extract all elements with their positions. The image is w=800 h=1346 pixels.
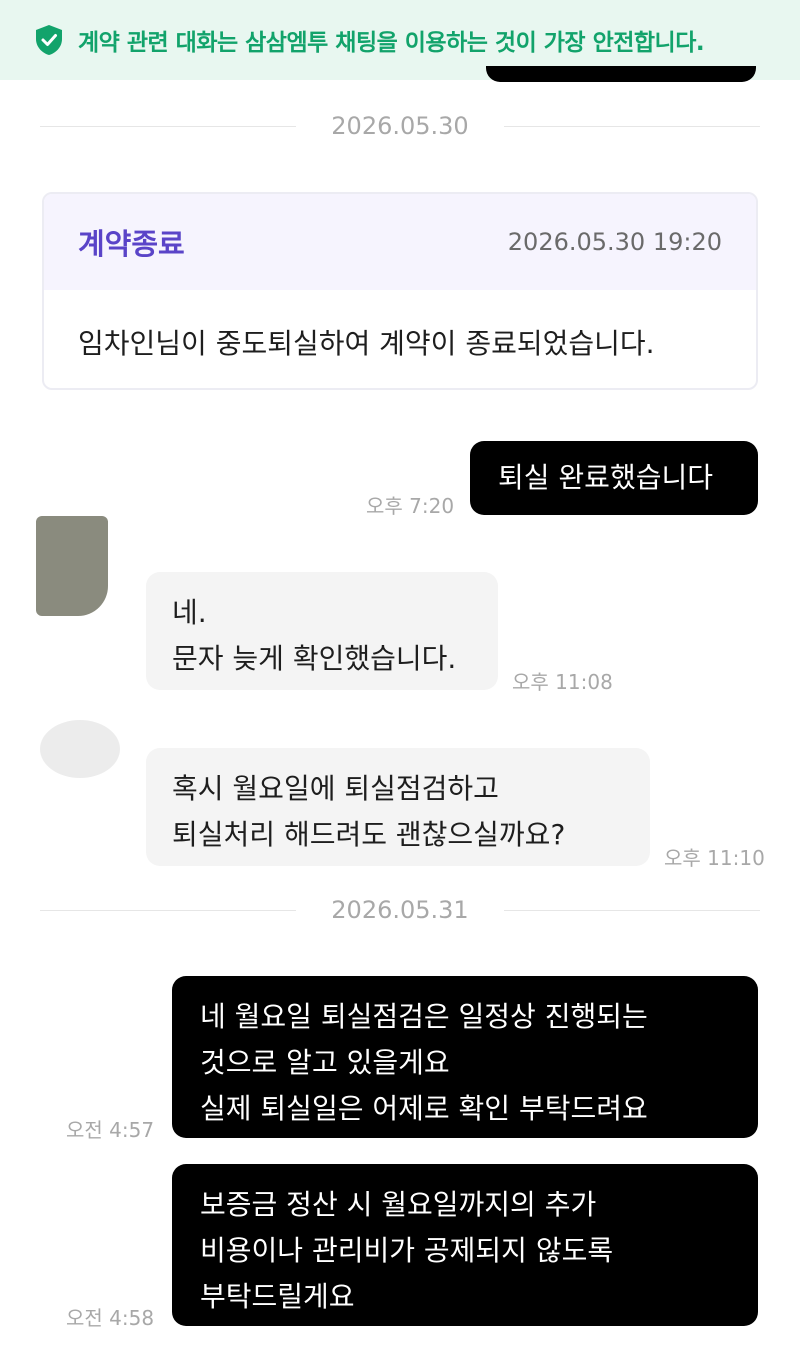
message-bubble-sent[interactable]: 보증금 정산 시 월요일까지의 추가 비용이나 관리비가 공제되지 않도록 부탁…	[172, 1164, 758, 1326]
contract-status-card: 계약종료 2026.05.30 19:20 임차인님이 중도퇴실하여 계약이 종…	[42, 192, 758, 390]
message-line: 네.	[172, 596, 207, 629]
avatar[interactable]	[36, 516, 108, 616]
message-line: 부탁드릴게요	[200, 1280, 355, 1313]
message-line: 실제 퇴실일은 어제로 확인 부탁드려요	[200, 1092, 648, 1125]
message-line: 퇴실 완료했습니다	[498, 461, 713, 494]
contract-status-timestamp: 2026.05.30 19:20	[507, 228, 722, 256]
previous-message-bubble	[486, 66, 756, 82]
message-time: 오전 4:57	[66, 1118, 155, 1142]
message-line: 네 월요일 퇴실점검은 일정상 진행되는	[200, 1000, 648, 1033]
message-bubble-sent[interactable]: 퇴실 완료했습니다	[470, 441, 758, 515]
avatar[interactable]	[40, 720, 120, 778]
message-line: 보증금 정산 시 월요일까지의 추가	[200, 1188, 597, 1221]
message-bubble-received[interactable]: 네. 문자 늦게 확인했습니다.	[146, 572, 498, 690]
message-line: 것으로 알고 있을게요	[200, 1046, 450, 1079]
message-line: 문자 늦게 확인했습니다.	[172, 642, 457, 675]
message-bubble-received[interactable]: 혹시 월요일에 퇴실점검하고 퇴실처리 해드려도 괜찮으실까요?	[146, 748, 650, 866]
safety-banner-text: 계약 관련 대화는 삼삼엠투 채팅을 이용하는 것이 가장 안전합니다.	[78, 30, 705, 56]
message-time: 오후 7:20	[366, 494, 455, 518]
shield-check-icon	[36, 25, 62, 55]
date-separator: 2026.05.31	[40, 890, 760, 930]
message-line: 비용이나 관리비가 공제되지 않도록	[200, 1234, 614, 1267]
message-time: 오전 4:58	[66, 1306, 155, 1330]
date-separator: 2026.05.30	[40, 106, 760, 146]
message-line: 퇴실처리 해드려도 괜찮으실까요?	[172, 818, 566, 851]
message-time: 오후 11:10	[664, 846, 765, 870]
message-line: 혹시 월요일에 퇴실점검하고	[172, 772, 499, 805]
contract-status-message: 임차인님이 중도퇴실하여 계약이 종료되었습니다.	[78, 327, 655, 360]
message-time: 오후 11:08	[512, 670, 613, 694]
contract-status-title: 계약종료	[78, 227, 185, 261]
message-bubble-sent[interactable]: 네 월요일 퇴실점검은 일정상 진행되는 것으로 알고 있을게요 실제 퇴실일은…	[172, 976, 758, 1138]
